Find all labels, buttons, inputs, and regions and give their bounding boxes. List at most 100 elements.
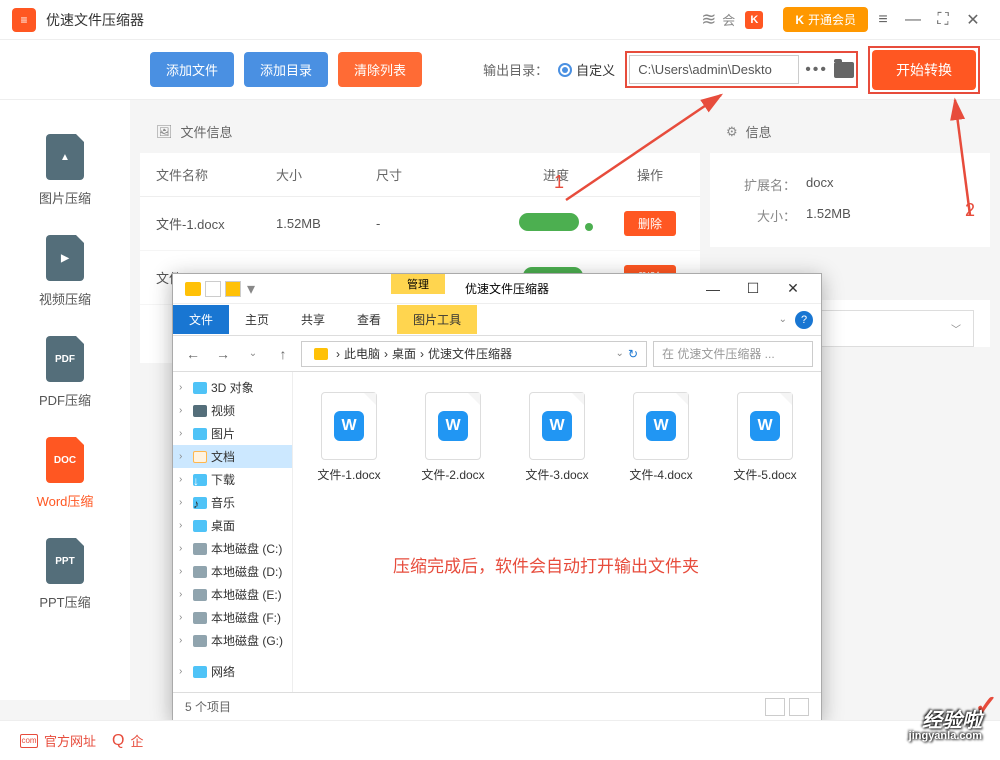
toolbar: 添加文件 添加目录 清除列表 输出目录： 自定义 ••• 开始转换 [0, 40, 1000, 100]
bottom-bar: com 官方网址 Q 企 [0, 720, 1000, 760]
tree-item-selected[interactable]: ›文档 [173, 445, 292, 468]
ribbon-collapse-icon[interactable]: ⌄ [779, 314, 787, 325]
folder-icon[interactable] [834, 62, 854, 78]
add-file-button[interactable]: 添加文件 [150, 52, 234, 87]
qat-dropdown[interactable]: ▾ [247, 279, 255, 299]
annotation-marker-2: 2 [965, 200, 975, 221]
gear-icon: ⚙ [726, 124, 738, 140]
folder-icon [185, 282, 201, 296]
path-browse-dots[interactable]: ••• [805, 61, 828, 79]
nav-back-icon[interactable]: ← [181, 342, 205, 366]
qat-item[interactable] [205, 281, 221, 297]
tree-item[interactable]: ›本地磁盘 (F:) [173, 606, 292, 629]
explorer-ribbon: 文件 主页 共享 查看 图片工具 ⌄ ? [173, 304, 821, 336]
chevron-down-icon: ﹀ [951, 321, 961, 336]
explorer-statusbar: 5 个项目 [173, 692, 821, 720]
file-item[interactable]: W文件-3.docx [517, 392, 597, 483]
nav-history-icon[interactable]: ⌄ [241, 342, 265, 366]
tree-item[interactable]: ›3D 对象 [173, 376, 292, 399]
explorer-title: 优速文件压缩器 [465, 280, 549, 297]
sidebar-item-ppt[interactable]: PPT PPT压缩 [0, 524, 130, 625]
path-highlight-box: ••• [625, 51, 858, 88]
ribbon-tab-view[interactable]: 查看 [341, 305, 397, 334]
view-large-icon[interactable] [789, 698, 809, 716]
image-icon: ▲ [46, 134, 84, 180]
explorer-tree: ›3D 对象 ›视频 ›图片 ›文档 ›↓下载 ›♪音乐 ›桌面 ›本地磁盘 (… [173, 372, 293, 692]
file-item[interactable]: W文件-5.docx [725, 392, 805, 483]
ribbon-tab-file[interactable]: 文件 [173, 305, 229, 334]
file-item[interactable]: W文件-1.docx [309, 392, 389, 483]
explorer-file-pane[interactable]: W文件-1.docx W文件-2.docx W文件-3.docx W文件-4.d… [293, 372, 821, 692]
exp-close-icon[interactable]: ✕ [773, 275, 813, 303]
table-row[interactable]: 文件-1.docx 1.52MB - 删除 [140, 197, 700, 251]
progress-cell [496, 213, 616, 234]
annotation-text: 压缩完成后，软件会自动打开输出文件夹 [393, 552, 699, 577]
sidebar-item-image[interactable]: ▲ 图片压缩 [0, 120, 130, 221]
ppt-icon: PPT [46, 538, 84, 584]
sidebar-item-word[interactable]: DOC Word压缩 [0, 423, 130, 524]
tree-item[interactable]: ›本地磁盘 (G:) [173, 629, 292, 652]
tree-item[interactable]: ›↓下载 [173, 468, 292, 491]
file-item[interactable]: W文件-4.docx [621, 392, 701, 483]
exp-maximize-icon[interactable]: ☐ [733, 275, 773, 303]
exp-minimize-icon[interactable]: — [693, 275, 733, 303]
explorer-nav: ← → ⌄ ↑ › 此电脑› 桌面› 优速文件压缩器 ⌄ ↻ 在 优速文件压缩器… [173, 336, 821, 372]
tree-item[interactable]: ›本地磁盘 (C:) [173, 537, 292, 560]
address-bar[interactable]: › 此电脑› 桌面› 优速文件压缩器 ⌄ ↻ [301, 341, 647, 367]
col-dim: 尺寸 [376, 165, 496, 184]
output-path-input[interactable] [629, 55, 799, 84]
k-badge: K [745, 11, 763, 29]
nav-forward-icon[interactable]: → [211, 342, 235, 366]
file-item[interactable]: W文件-2.docx [413, 392, 493, 483]
app-title: 优速文件压缩器 [46, 10, 144, 30]
file-info-header: 🖼 文件信息 [140, 110, 700, 153]
sidebar-item-video[interactable]: ▶ 视频压缩 [0, 221, 130, 322]
ribbon-tab-tools[interactable]: 图片工具 [397, 305, 477, 334]
tree-item[interactable]: ›桌面 [173, 514, 292, 537]
help-icon[interactable]: ? [795, 311, 813, 329]
sidebar-item-pdf[interactable]: PDF PDF压缩 [0, 322, 130, 423]
view-details-icon[interactable] [765, 698, 785, 716]
tree-item[interactable]: ›本地磁盘 (D:) [173, 560, 292, 583]
tree-item[interactable]: ›视频 [173, 399, 292, 422]
output-label: 输出目录： [483, 60, 548, 79]
qat-item[interactable] [225, 281, 241, 297]
member-area[interactable]: ≋ 会 [701, 9, 735, 30]
menu-icon[interactable]: ≡ [868, 5, 898, 35]
nav-up-icon[interactable]: ↑ [271, 342, 295, 366]
image-icon: 🖼 [156, 124, 173, 140]
add-folder-button[interactable]: 添加目录 [244, 52, 328, 87]
vip-button[interactable]: K 开通会员 [783, 7, 868, 32]
tree-item[interactable]: ›本地磁盘 (E:) [173, 583, 292, 606]
tree-item[interactable]: ›♪音乐 [173, 491, 292, 514]
tree-item[interactable]: ›图片 [173, 422, 292, 445]
convert-highlight-box: 开始转换 [868, 46, 980, 94]
pdf-icon: PDF [46, 336, 84, 382]
video-icon: ▶ [46, 235, 84, 281]
maximize-icon[interactable]: ⛶ [928, 5, 958, 35]
app-icon: ≡ [12, 8, 36, 32]
explorer-window: 管理 ▾ 优速文件压缩器 — ☐ ✕ 文件 主页 共享 查看 图片工具 ⌄ ? … [172, 273, 822, 721]
explorer-titlebar: ▾ 优速文件压缩器 — ☐ ✕ [173, 274, 821, 304]
info-header: ⚙ 信息 [710, 110, 990, 153]
minimize-icon[interactable]: — [898, 5, 928, 35]
annotation-marker-1: 1 [554, 172, 564, 193]
delete-button[interactable]: 删除 [624, 211, 676, 236]
refresh-icon[interactable]: ↻ [628, 347, 638, 361]
doc-icon: DOC [46, 437, 84, 483]
watermark: 经验啦 jingyanla.com [909, 711, 982, 742]
close-icon[interactable]: ✕ [958, 5, 988, 35]
ribbon-context-label: 管理 [391, 274, 445, 294]
tree-item[interactable]: ›网络 [173, 660, 292, 683]
col-size: 大小 [276, 165, 376, 184]
table-header-row: 文件名称 大小 尺寸 进度 操作 [140, 153, 700, 197]
official-site-link[interactable]: com 官方网址 [20, 731, 96, 750]
search-input[interactable]: 在 优速文件压缩器 ... [653, 341, 813, 367]
clear-list-button[interactable]: 清除列表 [338, 52, 422, 87]
col-name: 文件名称 [156, 165, 276, 184]
qq-link[interactable]: Q 企 [112, 731, 143, 750]
output-custom-radio[interactable]: 自定义 [558, 60, 615, 79]
ribbon-tab-home[interactable]: 主页 [229, 305, 285, 334]
start-convert-button[interactable]: 开始转换 [872, 50, 976, 90]
ribbon-tab-share[interactable]: 共享 [285, 305, 341, 334]
